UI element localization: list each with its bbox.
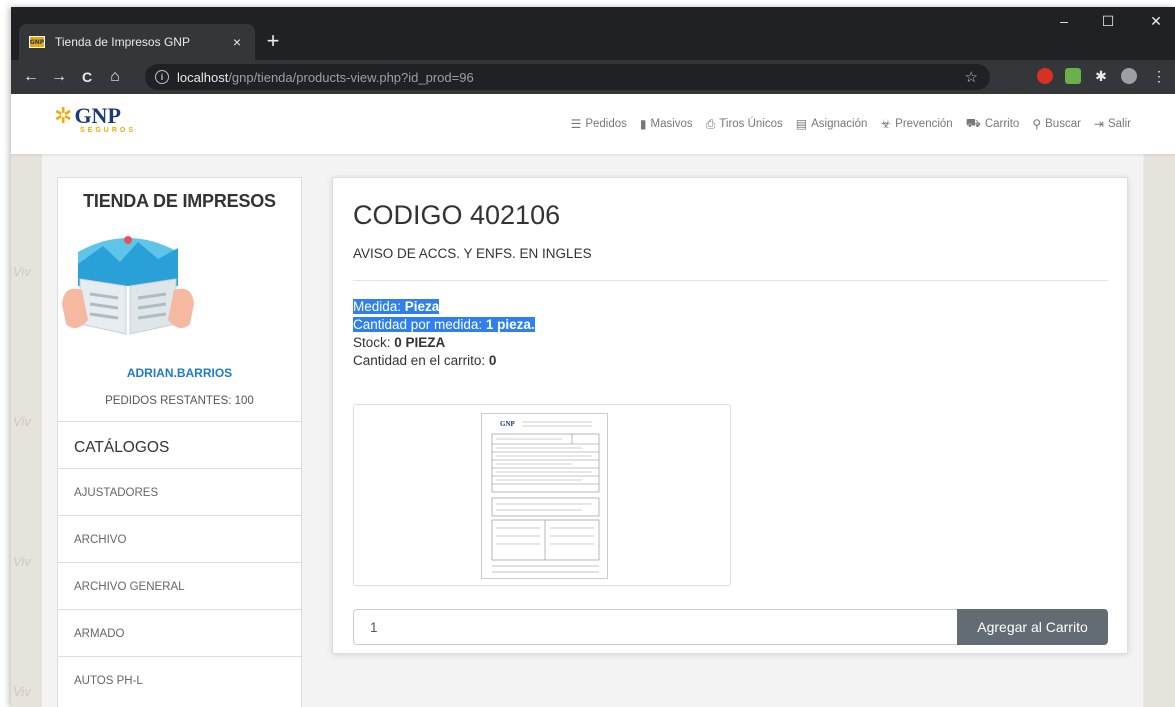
catalog-item-autos-ph-l[interactable]: AUTOS PH-L [58, 656, 301, 703]
store-title: TIENDA DE IMPRESOS [83, 191, 276, 211]
address-bar[interactable]: i localhost/gnp/tienda/products-view.php… [145, 64, 990, 90]
spec-carrito: Cantidad en el carrito: 0 [353, 353, 497, 368]
info-icon[interactable]: i [155, 70, 169, 84]
product-specs: Medida: Pieza Cantidad por medida: 1 pie… [353, 298, 535, 370]
new-tab-button[interactable]: + [261, 29, 285, 53]
menu-item-prevencion[interactable]: ☣ Prevención [880, 116, 952, 132]
web-page: ✲ GNP SEGUROS ☰ Pedidos ▮ Masivos ⎙ Tiros Ú… [11, 94, 1175, 707]
logout-icon: ⇥ [1093, 117, 1104, 131]
menu-item-carrito[interactable]: ⛟ Carrito [966, 116, 1020, 132]
background-strip-right [1144, 154, 1175, 707]
profile-avatar-icon[interactable] [1121, 68, 1137, 84]
print-icon: ⎙ [705, 116, 716, 131]
gnp-logo[interactable]: ✲ GNP SEGUROS [54, 103, 136, 135]
product-code: CODIGO 402106 [353, 200, 561, 230]
menu-item-salir[interactable]: ⇥ Salir [1094, 116, 1131, 132]
close-tab-icon[interactable]: × [229, 34, 245, 50]
spec-stock: Stock: 0 PIEZA [353, 335, 446, 350]
minimize-icon[interactable]: – [1049, 13, 1079, 29]
browser-tab[interactable]: GNP Tienda de Impresos GNP × [19, 24, 255, 60]
menu-item-masivos[interactable]: ▮ Masivos [640, 116, 693, 132]
product-document-image: GNP [481, 413, 608, 579]
product-description: AVISO DE ACCS. Y ENFS. EN INGLES [353, 246, 592, 261]
menu-kebab-icon[interactable]: ⋮ [1151, 68, 1167, 84]
bookmark-star-icon[interactable]: ☆ [965, 68, 978, 86]
svg-text:GNP: GNP [500, 420, 516, 428]
home-icon[interactable]: ⌂ [101, 68, 129, 86]
menu-item-buscar[interactable]: ⚲ Buscar [1032, 116, 1081, 132]
cards-icon: ▮ [639, 117, 647, 131]
clipboard-icon: ▤ [795, 117, 808, 131]
extension-icon[interactable] [1065, 68, 1081, 84]
search-icon: ⚲ [1032, 117, 1042, 131]
url-text: localhost/gnp/tienda/products-view.php?i… [177, 69, 474, 85]
remaining-orders: PEDIDOS RESTANTES: 100 [105, 395, 254, 407]
spec-cantidad-medida: Cantidad por medida: 1 pieza. [353, 317, 535, 332]
maximize-icon[interactable]: ☐ [1093, 13, 1123, 30]
back-icon[interactable]: ← [17, 68, 45, 86]
close-window-icon[interactable]: ✕ [1141, 13, 1171, 30]
browser-toolbar: ← → C ⌂ i localhost/gnp/tienda/products-… [11, 60, 1175, 94]
quantity-input[interactable] [353, 609, 958, 645]
biohazard-icon: ☣ [880, 117, 892, 131]
reload-icon[interactable]: C [73, 69, 101, 85]
background-strip-left: Viv Viv Viv Viv [11, 154, 42, 707]
catalog-item-archivo-general[interactable]: ARCHIVO GENERAL [58, 562, 301, 609]
content-area: TIENDA DE IMPRESOS ADRIAN.BARRIOS PEDIDO… [42, 154, 1143, 707]
browser-window: GNP Tienda de Impresos GNP × + – ☐ ✕ ← →… [11, 7, 1175, 707]
product-image-frame: GNP [353, 404, 731, 586]
site-navbar: ✲ GNP SEGUROS ☰ Pedidos ▮ Masivos ⎙ Tiros Ú… [11, 94, 1175, 154]
add-to-cart-button[interactable]: Agregar al Carrito [957, 609, 1108, 645]
username[interactable]: ADRIAN.BARRIOS [58, 366, 301, 380]
puzzle-icon[interactable]: ✱ [1093, 68, 1109, 84]
tab-strip: GNP Tienda de Impresos GNP × + – ☐ ✕ [11, 7, 1175, 60]
spec-medida: Medida: Pieza [353, 299, 440, 314]
adblock-extension-icon[interactable] [1037, 68, 1053, 84]
forward-icon[interactable]: → [45, 68, 73, 86]
catalog-item-armado[interactable]: ARMADO [58, 609, 301, 656]
store-sidebar: TIENDA DE IMPRESOS ADRIAN.BARRIOS PEDIDO… [57, 177, 302, 707]
product-panel: CODIGO 402106 AVISO DE ACCS. Y ENFS. EN … [332, 177, 1128, 654]
list-icon: ☰ [570, 117, 582, 131]
catalog-item-archivo[interactable]: ARCHIVO [58, 515, 301, 562]
gnp-favicon-icon: GNP [29, 36, 45, 48]
menu-item-asignacion[interactable]: ▤ Asignación [796, 116, 868, 132]
menu-item-tiros-unicos[interactable]: ⎙ Tiros Únicos [706, 116, 783, 132]
newspaper-reader-icon [62, 236, 194, 335]
divider [353, 280, 1108, 281]
catalog-item-ajustadores[interactable]: AJUSTADORES [58, 468, 301, 515]
main-menu: ☰ Pedidos ▮ Masivos ⎙ Tiros Únicos ▤ Asignac… [571, 116, 1131, 132]
menu-item-pedidos[interactable]: ☰ Pedidos [571, 116, 627, 132]
tab-title: Tienda de Impresos GNP [55, 35, 190, 49]
gnp-star-icon: ✲ [54, 103, 73, 128]
catalogs-header: CATÁLOGOS [58, 421, 301, 468]
cart-icon: ⛟ [965, 116, 981, 130]
